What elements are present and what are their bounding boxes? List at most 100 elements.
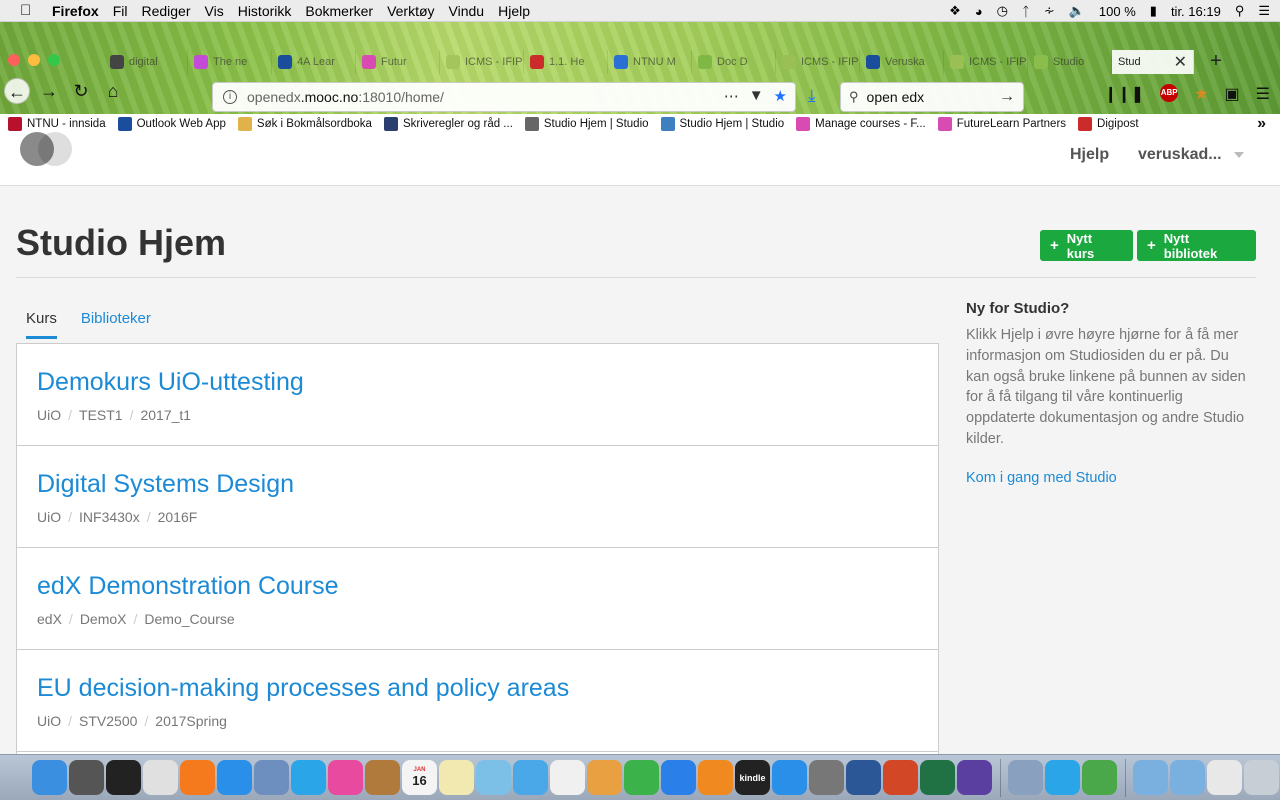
stickies-icon[interactable] [439,760,474,795]
bluetooth-icon[interactable]: ᛏ [1022,4,1030,19]
bookmark-item[interactable]: Outlook Web App [117,117,226,131]
messages-icon[interactable] [513,760,548,795]
battery-icon[interactable]: ▮ [1150,3,1157,19]
browser-tab[interactable]: The ne [188,50,272,74]
hamburger-menu-icon[interactable]: ☰ [1256,84,1270,104]
preview-2-icon[interactable] [1008,760,1043,795]
list-item[interactable]: Demokurs UiO-uttesting UiO / TEST1/2017_t1 [17,344,938,446]
chrome-icon[interactable] [143,760,178,795]
dropbox-icon[interactable]: ❖ [949,3,961,19]
menu-rediger[interactable]: Rediger [141,3,190,19]
excel-icon[interactable] [920,760,955,795]
safari-icon[interactable] [217,760,252,795]
launchpad-icon[interactable] [69,760,104,795]
browser-tab-active[interactable]: Stud ✕ [1112,50,1194,74]
menu-verktoy[interactable]: Verktøy [387,3,434,19]
photos-maps-icon[interactable] [476,760,511,795]
list-item[interactable]: Digital Systems Design UiO / INF3430x/2016… [17,446,938,548]
new-course-button[interactable]: + Nytt kurs [1040,230,1133,261]
bookmark-item[interactable]: Manage courses - F... [796,117,926,131]
notification-center-icon[interactable]: ☰ [1258,3,1270,19]
photos-icon[interactable] [550,760,585,795]
minimize-window-button[interactable] [28,54,40,66]
file-icon[interactable] [1207,760,1242,795]
menu-hjelp[interactable]: Hjelp [498,3,530,19]
tab-kurs[interactable]: Kurs [26,310,57,339]
downloads-folder-icon[interactable] [1133,760,1168,795]
course-title-link[interactable]: edX Demonstration Course [37,572,918,601]
calendar-icon[interactable]: JAN 16 [402,760,437,795]
itunes-icon[interactable] [328,760,363,795]
finder-icon[interactable] [32,760,67,795]
close-window-button[interactable] [8,54,20,66]
pricing-p-icon[interactable] [957,760,992,795]
browser-tab[interactable]: digital [104,50,188,74]
volume-icon[interactable]: 🔈 [1069,3,1085,19]
browser-tab[interactable]: NTNU M [608,50,692,74]
keynote-pages-icon[interactable] [587,760,622,795]
site-info-icon[interactable]: i [223,90,237,104]
tab-biblioteker[interactable]: Biblioteker [81,310,151,339]
library-icon[interactable]: ❙❙❚ [1104,84,1144,104]
bookmarks-overflow-icon[interactable]: » [1257,115,1266,133]
user-menu[interactable]: veruskad... [1138,146,1244,164]
download-icon[interactable]: ⤓ [808,86,816,106]
clock[interactable]: tir. 16:19 [1171,4,1221,19]
time-machine-icon[interactable]: ◷ [997,3,1008,19]
page-actions-icon[interactable]: ⋯ [724,87,739,105]
course-title-link[interactable]: Digital Systems Design [37,470,918,499]
zoom-window-button[interactable] [48,54,60,66]
spotlight-icon[interactable]: ⚲ [1235,3,1245,19]
close-tab-icon[interactable]: ✕ [1174,52,1187,72]
menu-fil[interactable]: Fil [113,3,128,19]
bookmark-item[interactable]: Søk i Bokmålsordboka [237,117,372,131]
getting-started-link[interactable]: Kom i gang med Studio [966,470,1256,486]
menu-vis[interactable]: Vis [205,3,224,19]
trash-icon[interactable] [1244,760,1279,795]
list-item[interactable]: EU decision-making processes and policy … [17,650,938,752]
bookmark-item[interactable]: NTNU - innsida [8,117,106,131]
vpn-icon[interactable]: ◕ [975,4,983,19]
system-preferences-icon[interactable] [809,760,844,795]
studio-logo[interactable] [20,132,72,166]
firefox-icon[interactable] [180,760,215,795]
adblock-icon[interactable]: ABP [1160,84,1179,102]
word-icon[interactable] [846,760,881,795]
app-menu-firefox[interactable]: Firefox [52,3,99,19]
ibooks-icon[interactable] [698,760,733,795]
keynote-icon[interactable] [661,760,696,795]
browser-tab[interactable]: ICMS - IFIP [776,50,860,74]
forward-button[interactable]: → [36,78,62,104]
search-go-icon[interactable]: → [999,88,1015,106]
skype-icon[interactable] [291,760,326,795]
bookmark-item[interactable]: FutureLearn Partners [937,117,1066,131]
preview-icon[interactable] [254,760,289,795]
browser-tab[interactable]: Futur [356,50,440,74]
documents-folder-icon[interactable] [1170,760,1205,795]
course-title-link[interactable]: EU decision-making processes and policy … [37,674,918,703]
notes-book-icon[interactable] [365,760,400,795]
powerpoint-icon[interactable] [883,760,918,795]
bookmark-item[interactable]: Studio Hjem | Studio [524,117,649,131]
search-input[interactable]: open edx [867,89,925,105]
browser-tab[interactable]: Studio [1028,50,1112,74]
pocket-icon[interactable]: ▼ [749,87,764,105]
browser-tab[interactable]: 1.1. He [524,50,608,74]
bookmark-item[interactable]: Digipost [1078,117,1139,131]
globe-icon[interactable] [1082,760,1117,795]
new-tab-button[interactable]: + [1204,50,1228,74]
menu-bokmerker[interactable]: Bokmerker [305,3,373,19]
home-button[interactable]: ⌂ [100,78,126,104]
bookmark-item[interactable]: Skriveregler og råd ... [383,117,513,131]
browser-tab[interactable]: 4A Lear [272,50,356,74]
numbers-icon[interactable] [624,760,659,795]
back-button[interactable]: ← [4,78,30,104]
bookmark-item[interactable]: Studio Hjem | Studio [660,117,784,131]
url-bar[interactable]: i openedx.mooc.no:18010/home/ ⋯ ▼ ★ [212,82,796,112]
list-item[interactable]: edX Demonstration Course edX / DemoX / Demo_… [17,548,938,650]
browser-tab[interactable]: ICMS - IFIP [944,50,1028,74]
sidebar-toggle-icon[interactable]: ▣ [1225,84,1240,104]
browser-tab[interactable]: Doc D [692,50,776,74]
search-bar[interactable]: ⚲ open edx → [840,82,1024,112]
kindle-icon[interactable]: kindle [735,760,770,795]
